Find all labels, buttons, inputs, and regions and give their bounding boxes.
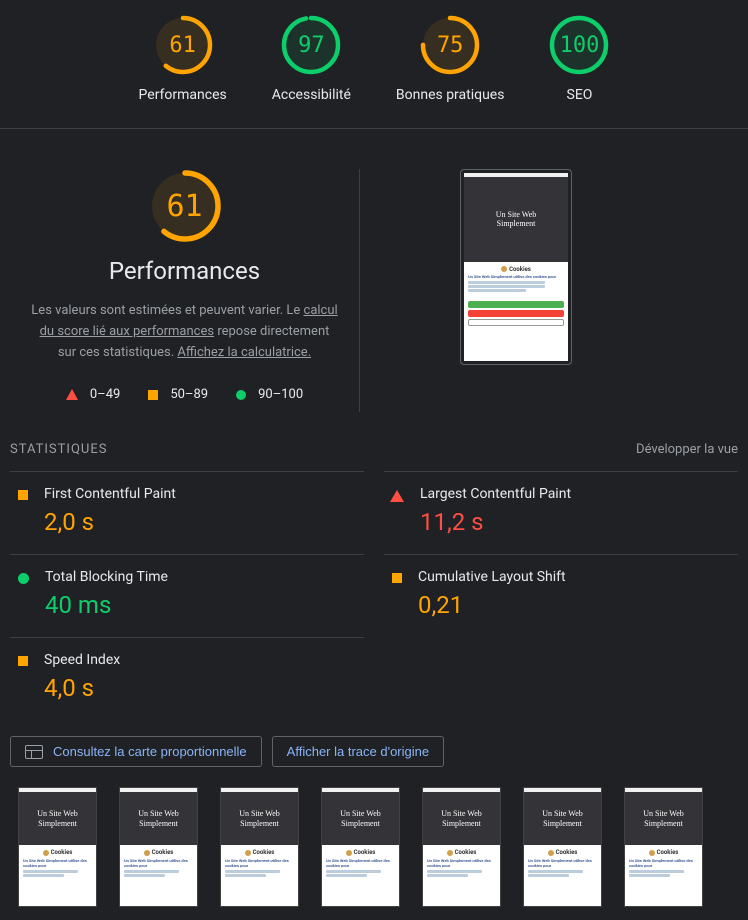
perf-title: Performances <box>20 257 349 285</box>
gauge-label: Performances <box>139 87 227 103</box>
gauge-score: 97 <box>281 15 341 75</box>
average-icon <box>18 656 28 666</box>
final-screenshot: Un Site Web Simplement Cookies Un Site W… <box>460 169 572 365</box>
gauge-best-practices[interactable]: 75 Bonnes pratiques <box>396 15 505 103</box>
gauge-label: Accessibilité <box>272 87 351 103</box>
filmstrip: Un Site WebSimplementCookiesUn Site Web … <box>0 777 748 907</box>
metric-tbt[interactable]: Total Blocking Time 40 ms <box>10 554 364 637</box>
score-legend: 0–49 50–89 90–100 <box>20 387 349 402</box>
metric-fcp[interactable]: First Contentful Paint 2,0 s <box>10 471 364 554</box>
trace-button[interactable]: Afficher la trace d'origine <box>272 736 444 767</box>
fail-icon <box>390 490 404 502</box>
metric-cls[interactable]: Cumulative Layout Shift 0,21 <box>384 554 738 637</box>
gauge-performance[interactable]: 61 Performances <box>139 15 227 103</box>
fail-icon <box>66 389 78 400</box>
gauge-seo[interactable]: 100 SEO <box>549 15 609 103</box>
gauge-label: Bonnes pratiques <box>396 87 505 103</box>
metric-value: 11,2 s <box>420 508 738 536</box>
perf-score: 61 <box>148 169 222 243</box>
filmstrip-frame[interactable]: Un Site WebSimplementCookiesUn Site Web … <box>18 787 97 907</box>
treemap-icon <box>25 745 43 759</box>
filmstrip-frame[interactable]: Un Site WebSimplementCookiesUn Site Web … <box>220 787 299 907</box>
filmstrip-frame[interactable]: Un Site WebSimplementCookiesUn Site Web … <box>119 787 198 907</box>
perf-calculator-link[interactable]: Affichez la calculatrice. <box>177 345 311 360</box>
average-icon <box>148 390 158 400</box>
treemap-button[interactable]: Consultez la carte proportionnelle <box>10 736 262 767</box>
gauge-accessibility[interactable]: 97 Accessibilité <box>272 15 351 103</box>
gauge-score: 100 <box>549 15 609 75</box>
metric-value: 4,0 s <box>44 674 364 702</box>
pass-icon <box>18 573 29 584</box>
metric-value: 40 ms <box>45 591 364 619</box>
metric-name: Cumulative Layout Shift <box>418 569 738 585</box>
filmstrip-frame[interactable]: Un Site WebSimplementCookiesUn Site Web … <box>321 787 400 907</box>
gauge-score: 75 <box>420 15 480 75</box>
metric-value: 2,0 s <box>44 508 364 536</box>
filmstrip-frame[interactable]: Un Site WebSimplementCookiesUn Site Web … <box>523 787 602 907</box>
pass-icon <box>236 390 246 400</box>
filmstrip-frame[interactable]: Un Site WebSimplementCookiesUn Site Web … <box>422 787 501 907</box>
gauge-score: 61 <box>153 15 213 75</box>
average-icon <box>18 490 28 500</box>
metric-value: 0,21 <box>418 591 738 619</box>
metric-name: Largest Contentful Paint <box>420 486 738 502</box>
actions-row: Consultez la carte proportionnelle Affic… <box>0 720 748 777</box>
average-icon <box>392 573 402 583</box>
filmstrip-frame[interactable]: Un Site WebSimplementCookiesUn Site Web … <box>624 787 703 907</box>
metric-lcp[interactable]: Largest Contentful Paint 11,2 s <box>384 471 738 554</box>
performance-section: 61 Performances Les valeurs sont estimée… <box>0 129 748 442</box>
expand-view-button[interactable]: Développer la vue <box>636 442 738 457</box>
metric-name: Speed Index <box>44 652 364 668</box>
metric-name: First Contentful Paint <box>44 486 364 502</box>
summary-gauges: 61 Performances 97 Accessibilité 75 Bonn… <box>0 0 748 129</box>
metrics-grid: First Contentful Paint 2,0 s Largest Con… <box>0 471 748 720</box>
metric-si[interactable]: Speed Index 4,0 s <box>10 637 364 720</box>
stats-heading: STATISTIQUES <box>10 442 107 457</box>
perf-description: Les valeurs sont estimées et peuvent var… <box>20 301 349 363</box>
gauge-label: SEO <box>567 87 593 103</box>
metric-name: Total Blocking Time <box>45 569 364 585</box>
